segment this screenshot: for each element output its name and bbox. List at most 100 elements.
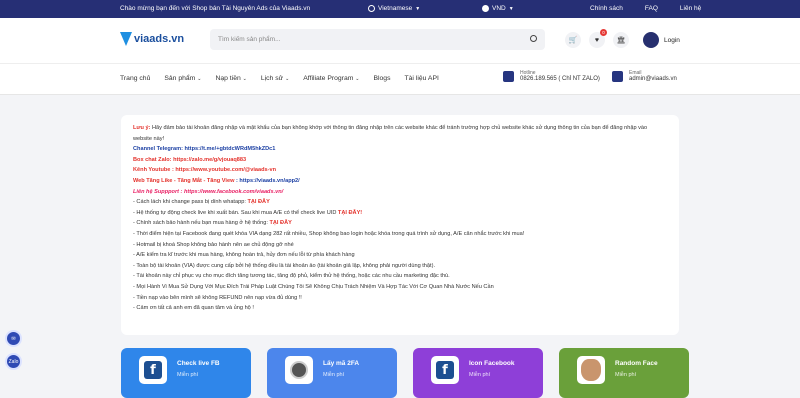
hotline-value: 0826.189.565 ( Chỉ NT ZALO) [520, 76, 600, 82]
nav-history[interactable]: Lịch sử ⌄ [261, 75, 289, 82]
nav-affiliate-label: Affiliate Program [303, 75, 354, 82]
card-thumb [577, 356, 605, 384]
facebook-icon: f [144, 361, 162, 379]
notice-line: - Chính sách bảo hành nếu bạn mua hàng ở… [133, 218, 667, 229]
notice-line: - Hotmail bị khoá Shop không bảo hành nê… [133, 240, 667, 251]
card-title: Random Face [615, 360, 658, 367]
site-logo[interactable]: viaads.vn [120, 32, 184, 46]
search-placeholder: Tìm kiếm sản phẩm... [218, 36, 281, 43]
nav-products-label: Sản phẩm [164, 75, 196, 82]
notice-line: - Cảm ơn tất cả anh em đã quan tâm và ủn… [133, 303, 667, 314]
chevron-down-icon: ⌄ [285, 76, 290, 82]
avatar [643, 32, 659, 48]
here-link[interactable]: TẠI ĐÂY [269, 220, 291, 226]
nav-home[interactable]: Trang chủ [120, 75, 150, 82]
notice-line-text: - Chính sách bảo hành nếu bạn mua hàng ở… [133, 220, 270, 227]
email-contact[interactable]: Email admin@viaads.vn [612, 70, 677, 82]
here-link[interactable]: TẠI ĐÂY! [338, 210, 362, 216]
chevron-down-icon: ▼ [508, 5, 514, 12]
facebook-icon: f [436, 361, 454, 379]
chevron-down-icon: ⌄ [197, 76, 202, 82]
policy-link[interactable]: Chính sách [590, 5, 623, 12]
like-url: : https://viaads.vn/app2/ [234, 177, 300, 184]
login-button[interactable]: Login [643, 32, 680, 48]
currency-selector[interactable]: VND ▼ [482, 5, 514, 12]
nav-history-label: Lịch sử [260, 75, 284, 82]
messenger-float-button[interactable]: ✉ [5, 330, 22, 347]
warning-label: Lưu ý: [133, 125, 151, 131]
notice-line: - Cách lách khi change pass bị dính what… [133, 197, 667, 208]
support-link[interactable]: Liên hệ Suppport : https://www.facebook.… [133, 187, 667, 198]
tool-card[interactable]: f Icon Facebook Miễn phí [413, 348, 543, 398]
coin-icon [482, 5, 489, 12]
globe-icon [368, 5, 375, 12]
notice-line: - Tài khoản này chỉ phục vụ cho mục đích… [133, 271, 667, 282]
currency-label: VND [492, 5, 506, 12]
telegram-link[interactable]: Channel Telegram: https://t.me/+gbtdcWRd… [133, 144, 667, 155]
notice-list: - Cách lách khi change pass bị dính what… [133, 197, 667, 314]
search-icon[interactable] [530, 35, 537, 42]
welcome-text: Chào mừng bạn đến với Shop bán Tài Nguyê… [120, 5, 311, 12]
tool-card[interactable]: Random Face Miễn phí [559, 348, 689, 398]
warning-line: Lưu ý: Hãy đảm bảo tài khoản đăng nhập v… [133, 123, 667, 144]
chevron-down-icon: ▼ [415, 5, 421, 12]
card-thumb [285, 356, 313, 384]
notice-line-text: - Toàn bộ tài khoản (VIA) được cung cấp … [133, 262, 436, 269]
faq-link[interactable]: FAQ [645, 5, 658, 12]
email-value: admin@viaads.vn [629, 76, 677, 82]
notice-line-text: - Cảm ơn tất cả anh em đã quan tâm và ủn… [133, 305, 254, 312]
header: viaads.vn Tìm kiếm sản phẩm... 🛒 ♥ 0 🏛 Lo… [0, 18, 800, 63]
nav-topup[interactable]: Nạp tiền ⌄ [215, 75, 246, 82]
language-selector[interactable]: Vietnamese ▼ [368, 5, 420, 12]
toggle-icon [290, 361, 308, 379]
zalo-link[interactable]: Box chat Zalo: https://zalo.me/g/vjouaq8… [133, 155, 667, 166]
notice-line: - Mọi Hành Vi Mua Sử Dụng Với Mục Đích T… [133, 282, 667, 293]
card-subtitle: Miễn phí [615, 372, 637, 378]
card-title: Check live FB [177, 360, 220, 367]
notice-line: - Hệ thống tự động check live khi xuất b… [133, 208, 667, 219]
card-title: Lấy mã 2FA [323, 360, 360, 367]
chevron-down-icon: ⌄ [355, 76, 360, 82]
notice-line: - Thời điểm hiện tại Facebook đang quét … [133, 229, 667, 240]
nav-api-docs[interactable]: Tài liệu API [405, 75, 439, 82]
tool-card[interactable]: Lấy mã 2FA Miễn phí [267, 348, 397, 398]
like-label: Web Tăng Like - Tăng Mắt - Tăng View [133, 177, 235, 184]
phone-icon [503, 70, 514, 82]
notice-line-text: - Thời điểm hiện tại Facebook đang quét … [133, 230, 525, 237]
warning-text: Hãy đảm bảo tài khoản đăng nhập và mật k… [133, 125, 648, 142]
notice-line-text: - A/E kiểm tra kĩ trước khi mua hàng, kh… [133, 252, 355, 259]
hotline[interactable]: Hotline 0826.189.565 ( Chỉ NT ZALO) [503, 70, 600, 82]
logo-mark-icon [120, 32, 132, 46]
tool-cards: f Check live FB Miễn phí Lấy mã 2FA Miễn phí… [121, 348, 689, 398]
notice-line-text: - Hệ thống tự động check live khi xuất b… [133, 209, 338, 216]
card-subtitle: Miễn phí [323, 372, 345, 378]
cart-icon[interactable]: 🛒 [565, 32, 581, 48]
nav-affiliate[interactable]: Affiliate Program ⌄ [303, 75, 359, 82]
notice-line-text: - Hotmail bị khoá Shop không bảo hành nê… [133, 241, 294, 248]
language-label: Vietnamese [378, 5, 413, 12]
mail-icon [612, 70, 623, 82]
logo-text: viaads.vn [134, 33, 185, 45]
tool-card[interactable]: f Check live FB Miễn phí [121, 348, 251, 398]
here-link[interactable]: TẠI ĐÂY [247, 199, 269, 205]
nav-topup-label: Nạp tiền [215, 75, 241, 82]
contact-link[interactable]: Liên hệ [680, 5, 701, 12]
notice-line: - Toàn bộ tài khoản (VIA) được cung cấp … [133, 261, 667, 272]
like-line[interactable]: Web Tăng Like - Tăng Mắt - Tăng View : h… [133, 176, 667, 187]
favorites-icon[interactable]: ♥ 0 [589, 29, 607, 48]
bank-icon[interactable]: 🏛 [613, 32, 629, 48]
login-label: Login [664, 36, 680, 44]
youtube-link[interactable]: Kênh Youtube : https://www.youtube.com/@… [133, 165, 667, 176]
nav-products[interactable]: Sản phẩm ⌄ [164, 75, 201, 82]
card-title: Icon Facebook [469, 360, 515, 367]
notice-line-text: - Cách lách khi change pass bị dính what… [133, 199, 248, 206]
notice-line-text: - Mọi Hành Vi Mua Sử Dụng Với Mục Đích T… [133, 283, 494, 290]
card-thumb: f [139, 356, 167, 384]
zalo-float-button[interactable]: Zalo [5, 353, 22, 370]
notice-line-text: - Tài khoản này chỉ phục vụ cho mục đích… [133, 273, 450, 280]
nav-blogs[interactable]: Blogs [373, 75, 390, 82]
face-icon [581, 359, 601, 381]
search-input[interactable]: Tìm kiếm sản phẩm... [210, 29, 545, 50]
notice-line-text: - Tiền nạp vào bên mình sẽ không REFUND … [133, 294, 302, 301]
card-subtitle: Miễn phí [177, 372, 199, 378]
